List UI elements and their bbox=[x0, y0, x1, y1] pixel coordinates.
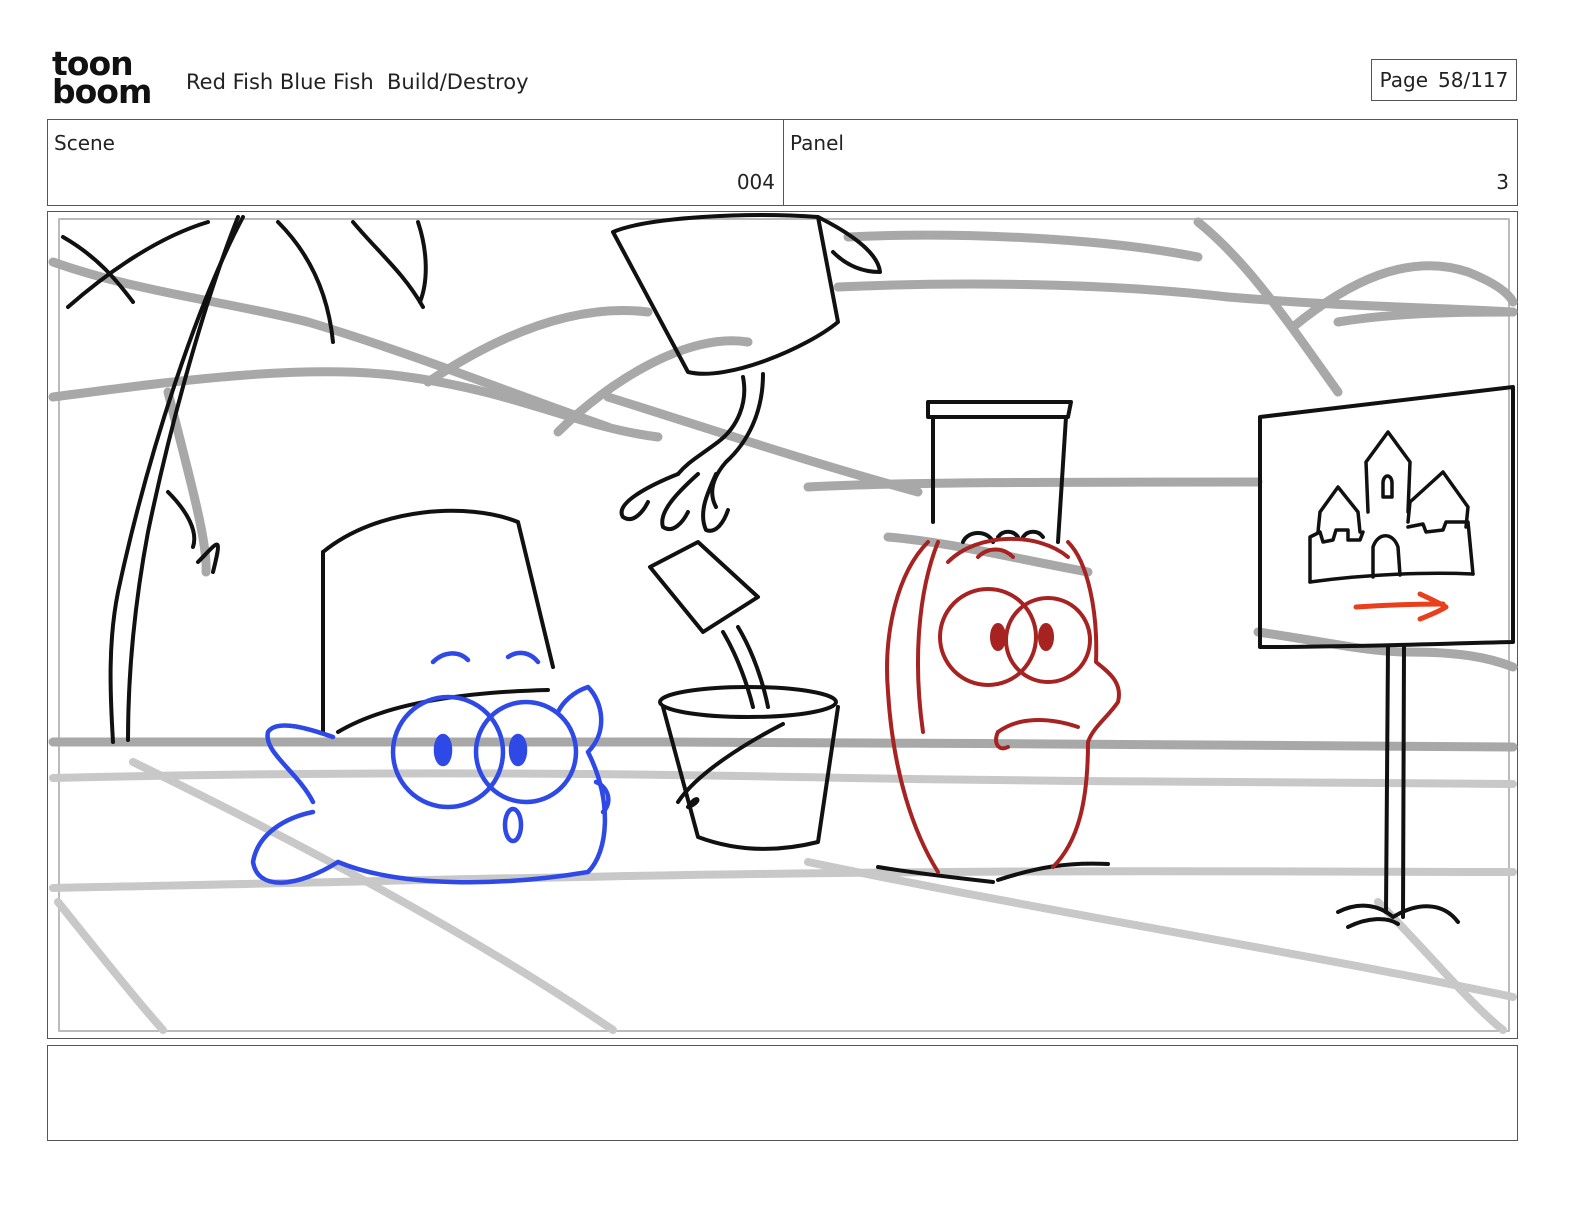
castle-icon bbox=[1308, 430, 1475, 584]
page-number: 58/117 bbox=[1438, 68, 1509, 92]
panel-box: Panel 3 bbox=[783, 119, 1518, 206]
logo-bottom-text: boom bbox=[52, 72, 152, 111]
caption-box bbox=[47, 1045, 1518, 1141]
panel-label: Panel bbox=[790, 131, 844, 155]
panel-number: 3 bbox=[1496, 170, 1509, 194]
scene-label: Scene bbox=[54, 131, 115, 155]
scene-box: Scene 004 bbox=[47, 119, 784, 206]
background-hills bbox=[48, 217, 1518, 752]
palm-tree-icon bbox=[61, 215, 428, 744]
red-fish-icon bbox=[885, 536, 1121, 874]
ground-lines bbox=[49, 758, 1517, 1034]
page-label: Page bbox=[1379, 68, 1429, 92]
storyboard-panel bbox=[47, 211, 1518, 1039]
scene-number: 004 bbox=[736, 170, 775, 194]
project-title: Red Fish Blue Fish Build/Destroy bbox=[186, 70, 529, 94]
inner-frame bbox=[58, 218, 1510, 1032]
arrow-icon bbox=[1353, 591, 1449, 622]
claw-arm-icon bbox=[619, 472, 770, 709]
small-bucket-icon bbox=[658, 685, 840, 851]
storyboard-drawing bbox=[48, 213, 1518, 1034]
toon-boom-logo: toon boom bbox=[52, 47, 164, 112]
page-indicator: Page 58/117 bbox=[1371, 59, 1517, 101]
